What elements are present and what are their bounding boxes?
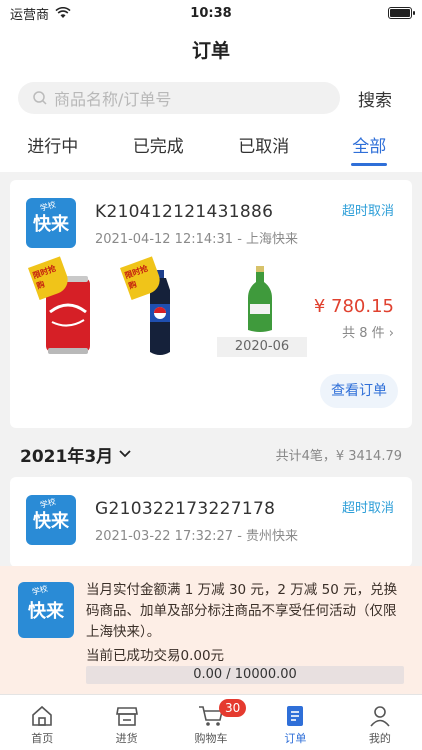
profile-icon — [370, 706, 390, 727]
month-summary: 共计4笔，¥ 3414.79 — [275, 448, 402, 464]
status-left: 运营商 — [10, 4, 71, 23]
tabbar-label: 我的 — [368, 732, 391, 745]
tabbar-label: 订单 — [284, 732, 307, 745]
tabbar-label: 首页 — [31, 732, 54, 745]
tabbar-label: 进货 — [115, 732, 138, 745]
logo-text: 快来 — [28, 601, 64, 622]
promo-text: 当月实付金额满 1 万减 30 元，2 万减 50 元，兑换码商品、加单及部分标… — [86, 582, 398, 640]
tab-cancelled[interactable]: 已取消 — [211, 124, 317, 172]
product-thumbnail[interactable]: 限时抢购 — [28, 256, 108, 358]
store-icon — [115, 707, 138, 726]
tab-in-progress[interactable]: 进行中 — [0, 124, 106, 172]
carrier-label: 运营商 — [10, 7, 50, 23]
search-icon — [33, 91, 47, 105]
status-bar: 运营商 10:38 — [0, 0, 422, 26]
chevron-down-icon — [119, 450, 131, 458]
progress-bar: 0.00 / 10000.00 — [86, 666, 404, 684]
order-id: G210322173227178 — [95, 499, 276, 519]
chevron-right-icon: › — [388, 326, 394, 341]
order-card[interactable]: 学校 快来 G210322173227178 2021-03-22 17:32:… — [10, 477, 412, 567]
tab-bar: 首页 进货 30 购物车 订单 我的 — [0, 694, 422, 750]
product-thumbnail[interactable]: 限时抢购 — [120, 256, 200, 358]
wifi-icon — [55, 7, 71, 18]
view-order-button[interactable]: 查看订单 — [320, 374, 398, 408]
logo-text: 快来 — [33, 511, 69, 532]
tabbar-item-home[interactable]: 首页 — [0, 695, 84, 750]
tabbar-item-cart[interactable]: 30 购物车 — [169, 695, 253, 750]
order-icon — [287, 706, 304, 726]
promo-logo: 学校 快来 — [18, 582, 74, 638]
search-bar: 商品名称/订单号 搜索 — [0, 72, 422, 124]
promo-progress-text: 当前已成功交易0.00元 — [86, 648, 225, 664]
progress-label: 0.00 / 10000.00 — [193, 667, 297, 682]
search-input[interactable]: 商品名称/订单号 — [18, 82, 340, 114]
logo-text: 快来 — [33, 214, 69, 235]
order-meta: 2021-03-22 17:32:27 - 贵州快来 — [95, 529, 299, 544]
promo-banner: 学校 快来 当月实付金额满 1 万减 30 元，2 万减 50 元，兑换码商品、… — [0, 566, 422, 694]
product-date-label: 2020-06 — [217, 337, 307, 357]
tabbar-item-stock[interactable]: 进货 — [84, 695, 168, 750]
tabbar-item-orders[interactable]: 订单 — [253, 695, 337, 750]
item-count-label: 共 8 件 — [342, 326, 385, 341]
order-tabs: 进行中 已完成 已取消 全部 — [0, 124, 422, 172]
battery-icon — [388, 7, 415, 19]
tabbar-item-profile[interactable]: 我的 — [338, 695, 422, 750]
order-status: 超时取消 — [341, 204, 394, 219]
order-item-count[interactable]: 共 8 件 › — [342, 322, 394, 341]
order-status: 超时取消 — [341, 501, 394, 516]
order-price: ¥ 780.15 — [313, 296, 394, 317]
page-title: 订单 — [191, 39, 230, 62]
nav-bar: 订单 — [0, 26, 422, 72]
search-placeholder: 商品名称/订单号 — [54, 90, 172, 109]
logo-tag: 学校 — [31, 584, 49, 597]
cart-badge: 30 — [219, 699, 247, 717]
order-meta: 2021-04-12 12:14:31 - 上海快来 — [95, 232, 299, 247]
month-label: 2021年3月 — [20, 446, 114, 467]
search-button[interactable]: 搜索 — [358, 86, 404, 111]
home-icon — [32, 705, 53, 726]
month-selector[interactable]: 2021年3月 — [20, 442, 131, 467]
order-id: K210412121431886 — [95, 202, 274, 222]
green-bottle-image — [248, 266, 272, 332]
store-logo: 学校 快来 — [26, 198, 76, 248]
month-group-header: 2021年3月 共计4笔，¥ 3414.79 — [0, 440, 422, 468]
tab-completed[interactable]: 已完成 — [106, 124, 212, 172]
store-logo: 学校 快来 — [26, 495, 76, 545]
tab-all[interactable]: 全部 — [317, 124, 422, 172]
order-card[interactable]: 学校 快来 K210412121431886 2021-04-12 12:14:… — [10, 180, 412, 428]
tabbar-label: 购物车 — [194, 732, 228, 745]
